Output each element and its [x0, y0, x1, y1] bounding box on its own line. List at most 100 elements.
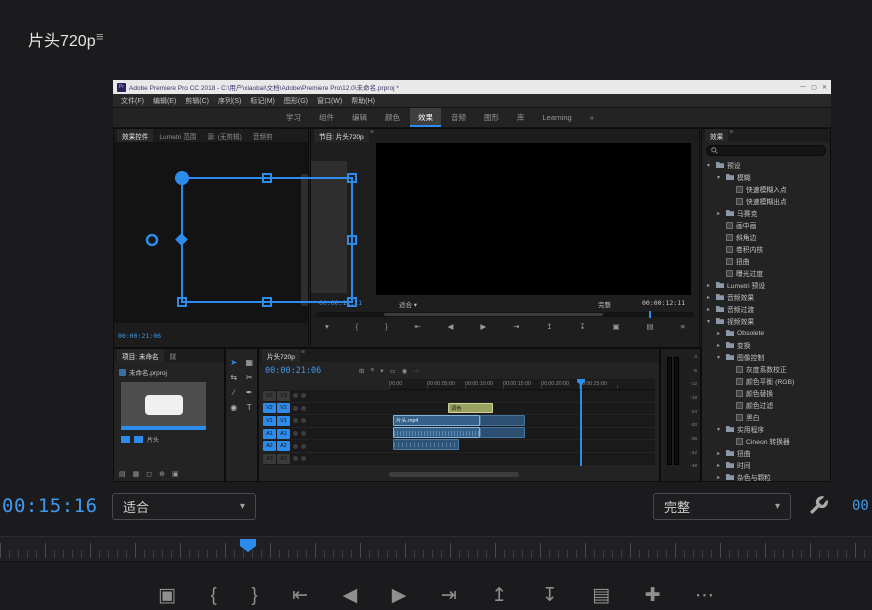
source-patch[interactable]: A2 [263, 441, 276, 452]
source-patch[interactable]: V1 [263, 415, 276, 426]
window-button[interactable]: ▢ [811, 84, 817, 91]
program-transport-icon[interactable]: ◀ [448, 322, 454, 331]
effects-tree-item[interactable]: 快速模糊入点 [702, 183, 830, 195]
effects-tree-item[interactable]: 快速模糊出点 [702, 195, 830, 207]
tree-expand-icon[interactable]: ▸ [717, 210, 723, 217]
effects-tree-item[interactable]: 颜色过滤 [702, 399, 830, 411]
effect-controls-timecode[interactable]: 00:00:21:06 [118, 332, 161, 340]
track-mute-toggle[interactable] [301, 405, 306, 411]
track-lock-toggle[interactable] [293, 431, 298, 437]
transport-icon[interactable]: ↧ [542, 586, 558, 605]
panel-tab[interactable]: 媒 [165, 349, 182, 362]
window-button[interactable]: — [800, 84, 806, 91]
program-transport-icon[interactable]: ▶ [480, 322, 486, 331]
track-lock-toggle[interactable] [293, 456, 298, 462]
effects-tab[interactable]: 效果 [705, 129, 729, 142]
track-lock-toggle[interactable] [293, 405, 298, 411]
track-target[interactable]: A3 [277, 453, 290, 464]
track-target[interactable]: A1 [277, 428, 290, 439]
project-item-thumbnail[interactable] [121, 382, 206, 430]
transport-icon[interactable]: ▣ [158, 586, 176, 605]
program-transport-icon[interactable]: ⇥ [513, 322, 519, 331]
program-transport-icon[interactable]: ↧ [579, 322, 585, 331]
workspace-tab[interactable]: 图形 [476, 108, 507, 127]
menu-item[interactable]: 图形(G) [284, 96, 308, 106]
effects-tree-item[interactable]: ▾ 预设 [702, 159, 830, 171]
program-transport-icon[interactable]: ⇤ [414, 322, 420, 331]
effects-tree-item[interactable]: 颜色替换 [702, 387, 830, 399]
workspace-tab[interactable]: » [582, 108, 602, 127]
audio-clip-3[interactable] [393, 439, 459, 450]
workspace-tab[interactable]: Learning [535, 108, 580, 127]
timeline-scrollbar[interactable] [389, 472, 519, 477]
program-transport-icon[interactable]: ▤ [647, 322, 654, 331]
effects-tree-item[interactable]: 颜色平衡 (RGB) [702, 375, 830, 387]
program-scrub-bar[interactable] [316, 311, 694, 318]
effects-tree-item[interactable]: 斜角边 [702, 231, 830, 243]
effects-tree-item[interactable]: Cineon 转换器 [702, 435, 830, 447]
tool-icon[interactable]: T [247, 404, 252, 412]
workspace-tab[interactable]: 编辑 [344, 108, 375, 127]
tree-expand-icon[interactable]: ▸ [717, 450, 723, 457]
monitor-timeline-ruler[interactable] [0, 536, 872, 562]
track-target[interactable]: A2 [277, 441, 290, 452]
tool-icon[interactable]: ▦ [245, 359, 253, 367]
source-patch[interactable]: A1 [263, 428, 276, 439]
tree-expand-icon[interactable]: ▸ [717, 330, 723, 337]
timeline-tab[interactable]: 片头720p [262, 349, 300, 362]
panel-menu-icon[interactable]: ≡ [370, 129, 374, 142]
timeline-toolbar-icon[interactable]: ≡ [370, 367, 374, 375]
program-transport-icon[interactable]: ↥ [546, 322, 552, 331]
menu-item[interactable]: 序列(S) [218, 96, 241, 106]
panel-menu-icon[interactable]: ≡ [729, 129, 733, 142]
panel-tab[interactable]: 效果控件 [117, 129, 154, 142]
source-patch[interactable]: V3 [263, 390, 276, 401]
quality-dropdown[interactable]: 完整 ▾ [653, 493, 791, 520]
timeline-ruler[interactable]: 00:00 00:00:05:00 00:00:10:00 00:00:15:00 00… [389, 379, 655, 390]
project-footer-icon[interactable]: ▣ [172, 470, 179, 478]
workspace-tab[interactable]: 颜色 [377, 108, 408, 127]
tree-expand-icon[interactable]: ▸ [717, 462, 723, 469]
transport-icon[interactable]: ⋯ [695, 586, 714, 605]
menu-item[interactable]: 编辑(E) [153, 96, 176, 106]
effects-tree-item[interactable]: ▸ 音频效果 [702, 291, 830, 303]
workspace-tab[interactable]: 效果 [410, 108, 441, 127]
transport-icon[interactable]: ▶ [392, 586, 407, 605]
timeline-toolbar-icon[interactable]: ▭ [390, 367, 396, 375]
track-lock-toggle[interactable] [293, 443, 298, 449]
effects-tree-item[interactable]: 黑白 [702, 411, 830, 423]
panel-menu-icon[interactable]: ≡ [96, 29, 104, 44]
menu-item[interactable]: 窗口(W) [317, 96, 342, 106]
effects-tree-item[interactable]: ▸ Obsolete [702, 327, 830, 339]
panel-tab[interactable]: 源: (无剪辑) [202, 129, 246, 142]
project-footer-icon[interactable]: ▤ [119, 470, 126, 478]
workspace-tab[interactable]: 库 [509, 108, 533, 127]
transport-icon[interactable]: } [251, 586, 257, 605]
graphic-clip[interactable]: 调色 [448, 403, 493, 413]
effects-search-input[interactable] [706, 145, 826, 156]
window-button[interactable]: ✕ [822, 84, 827, 91]
effects-tree-item[interactable]: ▸ 扭曲 [702, 447, 830, 459]
program-timecode[interactable]: 00:00:12:11 [319, 299, 362, 307]
tree-expand-icon[interactable]: ▾ [717, 426, 723, 433]
video-clip[interactable]: 片头.mp4 [393, 415, 480, 426]
effects-tree-item[interactable]: ▾ 视频效果 [702, 315, 830, 327]
timeline-clips-area[interactable]: 调色 片头.mp4 [393, 379, 655, 466]
effects-tree-item[interactable]: ▸ 杂色与颗粒 [702, 471, 830, 481]
effects-tree-item[interactable]: 扭曲 [702, 255, 830, 267]
audio-clip[interactable] [393, 427, 480, 438]
effects-tree-item[interactable]: ▾ 图像控制 [702, 351, 830, 363]
transport-icon[interactable]: ⇥ [441, 586, 457, 605]
panel-tab[interactable]: Lumetri 范围 [154, 129, 201, 142]
tree-expand-icon[interactable]: ▸ [707, 306, 713, 313]
track-mute-toggle[interactable] [301, 456, 306, 462]
monitor-playhead[interactable] [240, 539, 256, 552]
transport-icon[interactable]: { [210, 586, 216, 605]
tree-expand-icon[interactable]: ▸ [717, 474, 723, 481]
effects-tree-item[interactable]: 画中画 [702, 219, 830, 231]
workspace-tab[interactable]: 学习 [278, 108, 309, 127]
transport-icon[interactable]: ↥ [491, 586, 507, 605]
track-mute-toggle[interactable] [301, 393, 306, 399]
project-footer-icon[interactable]: ◻ [146, 470, 152, 478]
timeline-toolbar-icon[interactable]: ◉ [402, 367, 408, 375]
